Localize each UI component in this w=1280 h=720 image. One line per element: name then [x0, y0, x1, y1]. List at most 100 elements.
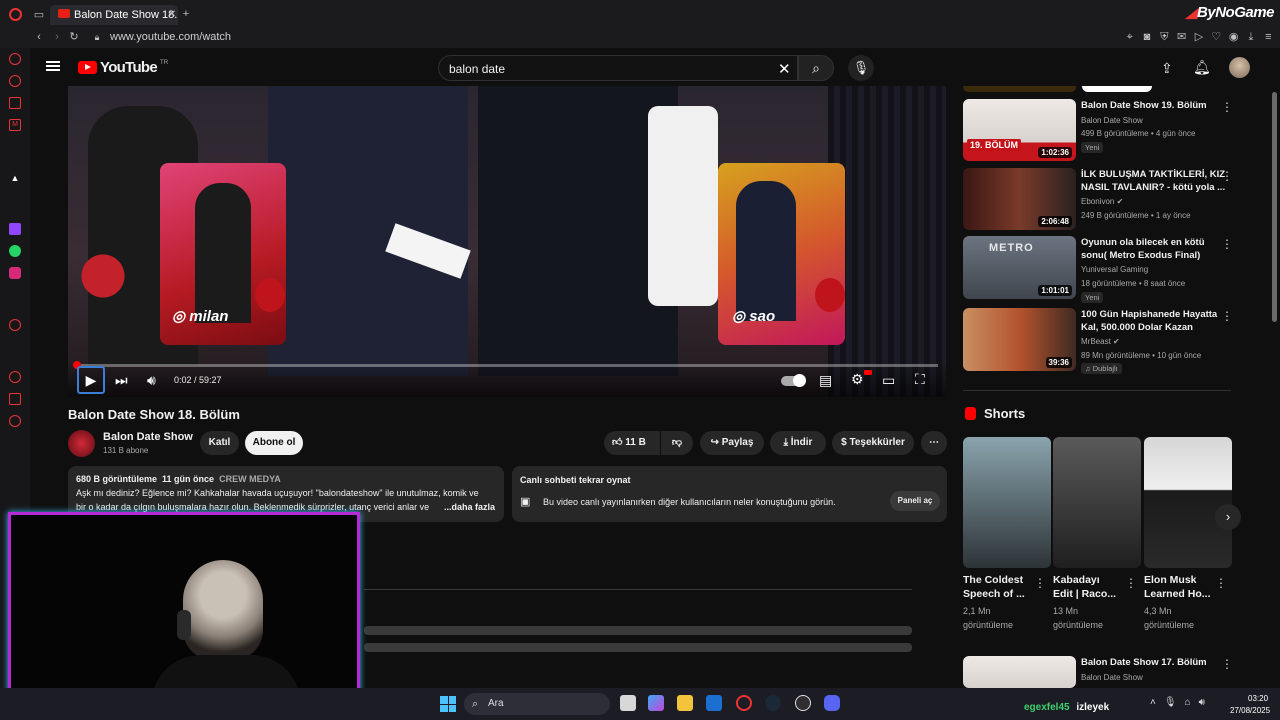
notifications-bell-icon[interactable]: 🔔︎ [1193, 59, 1211, 76]
microphone-icon[interactable]: 🎙︎ [1164, 697, 1177, 708]
settings-icon[interactable] [9, 415, 21, 427]
dislike-button[interactable]: 👎︎ [661, 431, 693, 455]
player-icon[interactable] [9, 319, 21, 331]
reload-icon[interactable]: ↻ [68, 31, 80, 43]
subtitles-icon[interactable]: ▤ [819, 372, 832, 389]
short-menu-icon[interactable]: ⋮ [1034, 576, 1046, 590]
extension-icon[interactable]: ✉ [1176, 31, 1187, 43]
windows-start-icon[interactable] [440, 696, 456, 712]
new-tab-icon[interactable]: + [180, 8, 192, 20]
join-button[interactable]: Katıl [200, 431, 239, 455]
clear-search-icon[interactable]: ✕ [778, 60, 791, 78]
recommendation-title-line-2[interactable]: NASIL TAVLANIR? - kötü yola ... [1081, 181, 1225, 194]
camera-icon[interactable]: ◙ [1141, 31, 1152, 43]
opera-taskbar-icon[interactable] [736, 695, 752, 711]
twitch-icon[interactable] [9, 223, 21, 235]
account-icon[interactable]: ◉ [1228, 31, 1239, 43]
play-icon[interactable]: ▷ [1193, 31, 1204, 43]
recommendation-thumbnail[interactable] [963, 656, 1076, 688]
channel-avatar[interactable] [68, 430, 95, 457]
search-input[interactable]: balon date [438, 55, 798, 81]
speaker-icon[interactable]: 🔊︎ [1199, 697, 1205, 708]
progress-bar[interactable] [76, 364, 938, 367]
whatsapp-icon[interactable] [9, 245, 21, 257]
short-menu-icon[interactable]: ⋮ [1125, 576, 1137, 590]
page-scrollbar[interactable] [1272, 92, 1277, 322]
recommendation-thumbnail[interactable]: 39:36 [963, 308, 1076, 371]
copilot-icon[interactable] [648, 695, 664, 711]
heart-icon[interactable]: ♡ [1211, 31, 1222, 43]
recommendation-thumbnail[interactable]: 19. BÖLÜM 1:02:36 [963, 99, 1076, 161]
thanks-button[interactable]: $ Teşekkürler [832, 431, 914, 455]
hamburger-menu-icon[interactable] [46, 61, 60, 71]
recommendation-menu-icon[interactable]: ⋮ [1221, 100, 1233, 114]
short-thumbnail[interactable] [963, 437, 1051, 568]
recommendation-menu-icon[interactable]: ⋮ [1221, 657, 1233, 671]
recommendation-title[interactable]: Balon Date Show 19. Bölüm [1081, 99, 1207, 112]
recommendation-channel[interactable]: Balon Date Show [1081, 116, 1143, 125]
shield-icon[interactable]: ⛨ [1159, 31, 1170, 43]
autoplay-toggle[interactable] [781, 374, 806, 387]
recommendation-title[interactable]: Balon Date Show 17. Bölüm [1081, 656, 1207, 669]
recommendation-channel[interactable]: Balon Date Show [1081, 673, 1143, 682]
short-thumbnail[interactable] [1144, 437, 1232, 568]
recommendation-menu-icon[interactable]: ⋮ [1221, 237, 1233, 251]
recommendation-title[interactable]: İLK BULUŞMA TAKTİKLERİ, KIZ [1081, 168, 1225, 181]
short-title[interactable]: The Coldest [963, 574, 1023, 587]
show-more-link[interactable]: ...daha fazla [444, 502, 495, 512]
tray-chevron-icon[interactable]: ˄ [1150, 697, 1156, 708]
recommendation-title-line-2[interactable]: sonu( Metro Exodus Final) [1081, 249, 1200, 262]
short-title-line-2[interactable]: Learned Ho... [1144, 588, 1211, 601]
clock-time[interactable]: 03:20 [1248, 694, 1268, 703]
theater-mode-icon[interactable]: ▭ [882, 372, 895, 389]
recommendation-menu-icon[interactable]: ⋮ [1221, 169, 1233, 183]
mail-icon[interactable]: M [9, 119, 21, 131]
more-actions-icon[interactable]: ⋯ [921, 431, 947, 455]
open-panel-button[interactable]: Paneli aç [890, 491, 940, 511]
fullscreen-icon[interactable]: ⛶ [915, 371, 925, 388]
next-button[interactable]: ⏭ [115, 372, 128, 389]
recommendation-title-line-2[interactable]: Kal, 500.000 Dolar Kazan [1081, 321, 1193, 334]
shorts-next-button[interactable]: › [1215, 504, 1241, 530]
like-button[interactable]: 👍︎ 11 B [604, 431, 660, 455]
aria-icon[interactable] [9, 53, 21, 65]
create-icon[interactable]: ⇪ [1161, 60, 1173, 77]
youtube-logo[interactable]: YouTube TR [78, 59, 168, 76]
recommendation-menu-icon[interactable]: ⋮ [1221, 309, 1233, 323]
pin-icon[interactable]: ⌖ [1124, 31, 1135, 43]
network-icon[interactable]: ⌂ [1185, 697, 1191, 708]
menu-icon[interactable]: ≡ [1263, 31, 1274, 43]
search-button[interactable]: ⌕ [798, 55, 834, 81]
recommendation-title[interactable]: 100 Gün Hapishanede Hayatta [1081, 308, 1217, 321]
outlook-icon[interactable] [706, 695, 722, 711]
obs-icon[interactable] [795, 695, 811, 711]
volume-icon[interactable]: 🔊︎ [147, 372, 156, 389]
recommendation-thumbnail[interactable]: METRO 1:01:01 [963, 236, 1076, 299]
recommendation-title[interactable]: Oyunun ola bilecek en kötü [1081, 236, 1205, 249]
history-icon[interactable] [9, 371, 21, 383]
forward-icon[interactable]: › [51, 31, 63, 43]
short-title[interactable]: Kabadayı [1053, 574, 1100, 587]
download-icon[interactable]: ⤓ [1245, 31, 1256, 43]
tab-close-icon[interactable]: ✕ [166, 9, 178, 21]
short-thumbnail[interactable] [1053, 437, 1141, 568]
opera-logo-icon[interactable] [9, 8, 22, 21]
steam-icon[interactable] [765, 695, 781, 711]
recommendation-channel[interactable]: MrBeast ✔ [1081, 337, 1120, 346]
share-button[interactable]: ↪ Paylaş [700, 431, 764, 455]
file-explorer-icon[interactable] [677, 695, 693, 711]
voice-search-icon[interactable]: 🎙︎ [848, 55, 874, 81]
short-title-line-2[interactable]: Speech of ... [963, 588, 1025, 601]
url-field[interactable]: www.youtube.com/watch [110, 31, 231, 43]
recommendation-channel[interactable]: Yuniversal Gaming [1081, 265, 1148, 274]
back-icon[interactable]: ‹ [33, 31, 45, 43]
avatar[interactable] [1229, 57, 1250, 78]
news-icon[interactable] [9, 97, 21, 109]
extensions-icon[interactable] [9, 393, 21, 405]
settings-gear-icon[interactable]: ⚙ [851, 371, 864, 388]
short-title-line-2[interactable]: Edit | Raco... [1053, 588, 1116, 601]
subscribe-button[interactable]: Abone ol [245, 431, 303, 455]
discord-icon[interactable] [824, 695, 840, 711]
recommendation-thumbnail[interactable]: 2:06:48 [963, 168, 1076, 230]
clock-date[interactable]: 27/08/2025 [1230, 706, 1270, 715]
